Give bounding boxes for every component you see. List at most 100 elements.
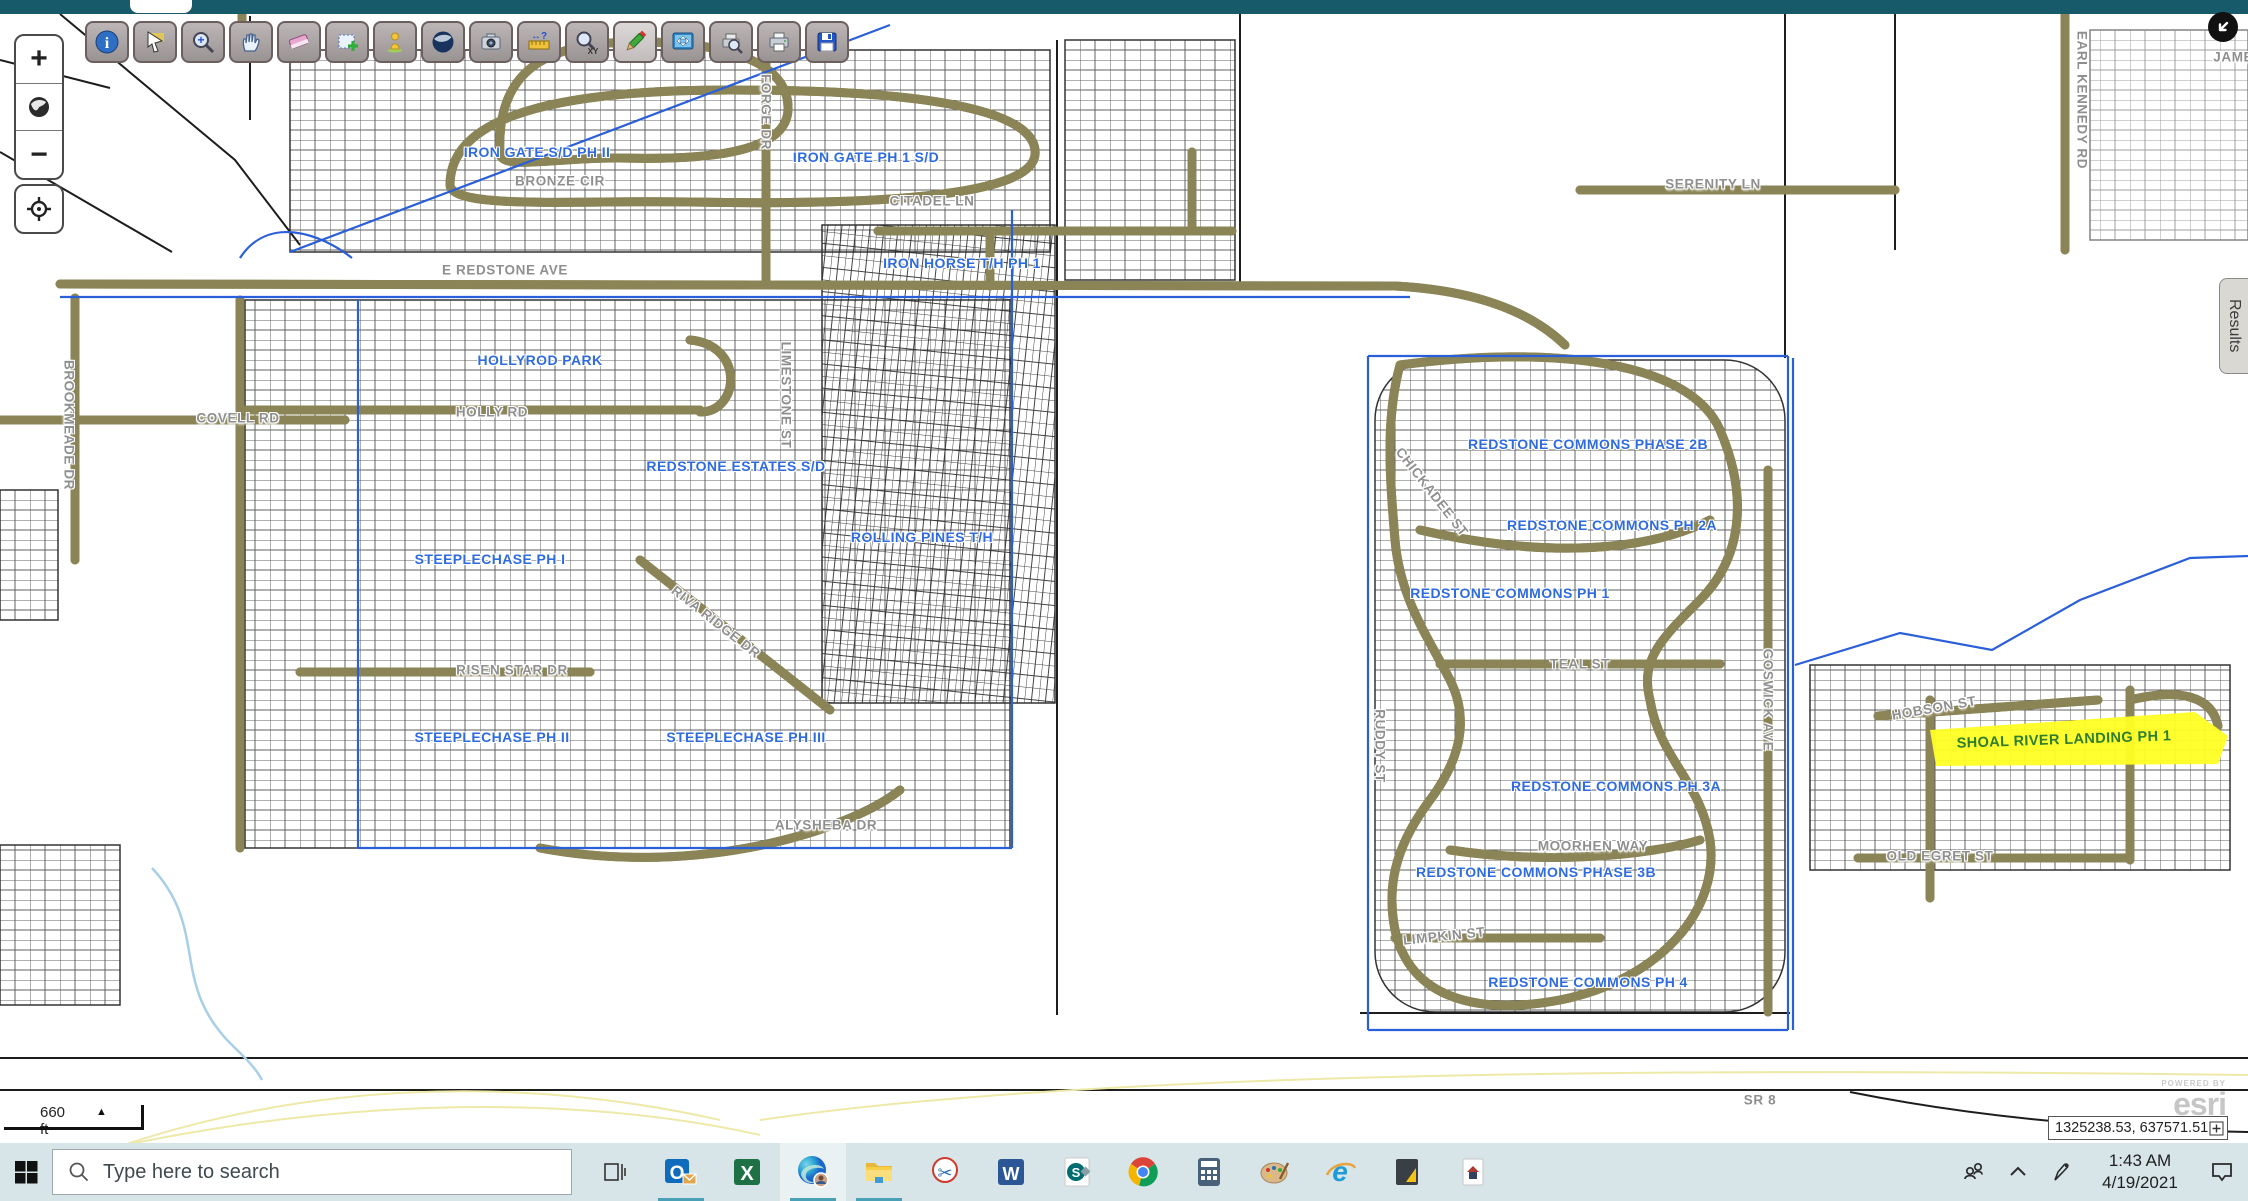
svg-text:+: +: [197, 33, 204, 47]
hand-icon: [238, 29, 264, 55]
internet-explorer-icon: e: [1324, 1155, 1358, 1189]
hidden-icons-button[interactable]: [1996, 1143, 2040, 1201]
results-panel-tab[interactable]: Results: [2219, 278, 2248, 374]
parcel-blocks: [0, 30, 2248, 1012]
top-tab: [130, 0, 192, 13]
zoom-to-xy-tool-button[interactable]: XY: [565, 21, 609, 63]
title-bar: [0, 0, 2248, 14]
zoom-in-tool-button[interactable]: +: [181, 21, 225, 63]
clock-date: 4/19/2021: [2084, 1172, 2196, 1194]
parcel-map-graphics: [0, 0, 2248, 1143]
snipping-tool-icon: ✂: [928, 1155, 962, 1189]
start-button[interactable]: [0, 1143, 52, 1201]
locate-button[interactable]: [14, 184, 64, 234]
collapse-arrow-button[interactable]: [2208, 12, 2238, 42]
extent-arrows-icon: [670, 29, 696, 55]
globe-home-icon: [26, 94, 52, 120]
task-view-button[interactable]: [582, 1143, 648, 1201]
draw-tool-button[interactable]: [613, 21, 657, 63]
crosshair-icon: [25, 195, 53, 223]
taskbar-app-calculator[interactable]: [1176, 1143, 1242, 1201]
home-extent-button[interactable]: [16, 83, 62, 131]
select-arrow-icon: [142, 29, 168, 55]
excel-icon: X: [731, 1156, 763, 1188]
svg-text:XY: XY: [588, 47, 599, 55]
file-explorer-icon: [862, 1155, 896, 1189]
select-by-rectangle-tool-button[interactable]: [325, 21, 369, 63]
taskbar-app-snipping-tool[interactable]: ✂: [912, 1143, 978, 1201]
select-features-tool-button[interactable]: [133, 21, 177, 63]
svg-text:e: e: [1332, 1156, 1348, 1187]
svg-text:X: X: [740, 1163, 754, 1185]
pan-tool-button[interactable]: [229, 21, 273, 63]
taskbar-clock[interactable]: 1:43 AM 4/19/2021: [2084, 1150, 2196, 1194]
taskbar-app-dark[interactable]: [1374, 1143, 1440, 1201]
esri-watermark: POWERED BY esri: [2146, 1080, 2226, 1120]
windows-taskbar: Type here to search O X ✂ W S e: [0, 1143, 2248, 1201]
street-view-tool-button[interactable]: [373, 21, 417, 63]
edge-icon: [795, 1154, 831, 1190]
taskbar-app-sharepoint[interactable]: S: [1044, 1143, 1110, 1201]
plus-box-icon[interactable]: [2209, 1121, 2224, 1136]
measure-tool-button[interactable]: ↔?: [517, 21, 561, 63]
notification-bubble-icon: [2208, 1158, 2236, 1186]
taskbar-app-light[interactable]: [1440, 1143, 1506, 1201]
chrome-icon: [1126, 1155, 1160, 1189]
svg-text:↔?: ↔?: [531, 31, 547, 42]
magnifier-plus-icon: +: [190, 29, 216, 55]
taskbar-app-edge[interactable]: [780, 1143, 846, 1201]
svg-text:S: S: [1072, 1165, 1081, 1180]
svg-text:✂: ✂: [937, 1163, 952, 1183]
erase-tool-button[interactable]: [277, 21, 321, 63]
eraser-icon: [286, 29, 312, 55]
scale-bar-line: [4, 1127, 144, 1130]
stream-line: [152, 868, 262, 1080]
taskbar-app-excel[interactable]: X: [714, 1143, 780, 1201]
screen: { "window": { "topbar_color": "#175a6a" …: [0, 0, 2248, 1201]
taskbar-app-word[interactable]: W: [978, 1143, 1044, 1201]
coordinate-value: 1325238.53, 637571.51: [2055, 1120, 2208, 1136]
taskbar-app-internet-explorer[interactable]: e: [1308, 1143, 1374, 1201]
taskbar-app-file-explorer[interactable]: [846, 1143, 912, 1201]
taskbar-app-paint[interactable]: [1242, 1143, 1308, 1201]
zoom-in-button[interactable]: +: [16, 36, 62, 83]
taskbar-search-input[interactable]: Type here to search: [52, 1149, 572, 1195]
globe-icon: [430, 29, 456, 55]
svg-text:i: i: [105, 35, 110, 52]
zoom-out-button[interactable]: −: [16, 130, 62, 178]
pencil-icon: [622, 29, 648, 55]
windows-ink-button[interactable]: [2040, 1143, 2084, 1201]
google-earth-tool-button[interactable]: [421, 21, 465, 63]
print-tool-button[interactable]: [757, 21, 801, 63]
magnifier-xy-icon: XY: [574, 29, 600, 55]
scale-bar-label: 660 ft: [40, 1104, 65, 1138]
dark-app-icon: [1392, 1156, 1422, 1188]
people-icon: [1960, 1159, 1988, 1185]
taskbar-app-chrome[interactable]: [1110, 1143, 1176, 1201]
arrow-down-left-icon: [2214, 18, 2232, 36]
save-tool-button[interactable]: [805, 21, 849, 63]
person-icon: [382, 29, 408, 55]
ruler-question-icon: ↔?: [526, 29, 552, 55]
word-icon: W: [995, 1156, 1027, 1188]
map-canvas[interactable]: IRON GATE S/D PH IIIRON GATE PH 1 S/DIRO…: [0, 0, 2248, 1143]
coordinate-readout: 1325238.53, 637571.51: [2048, 1116, 2228, 1140]
action-center-button[interactable]: [2196, 1143, 2248, 1201]
results-tab-label: Results: [2225, 299, 2243, 352]
svg-text:W: W: [1003, 1164, 1020, 1184]
sharepoint-icon: S: [1061, 1156, 1093, 1188]
export-map-tool-button[interactable]: [709, 21, 753, 63]
taskbar-app-outlook[interactable]: O: [648, 1143, 714, 1201]
calculator-icon: [1194, 1156, 1224, 1188]
info-icon: i: [94, 29, 120, 55]
people-button[interactable]: [1952, 1143, 1996, 1201]
map-toolbar: i + ↔? XY: [85, 21, 849, 63]
identify-tool-button[interactable]: i: [85, 21, 129, 63]
outlook-icon: O: [663, 1154, 699, 1190]
search-icon: [67, 1160, 91, 1184]
printer-magnifier-icon: [718, 29, 744, 55]
floppy-disk-icon: [814, 29, 840, 55]
photo-tool-button[interactable]: [469, 21, 513, 63]
scale-bar-tick: [141, 1105, 144, 1130]
full-extent-tool-button[interactable]: [661, 21, 705, 63]
